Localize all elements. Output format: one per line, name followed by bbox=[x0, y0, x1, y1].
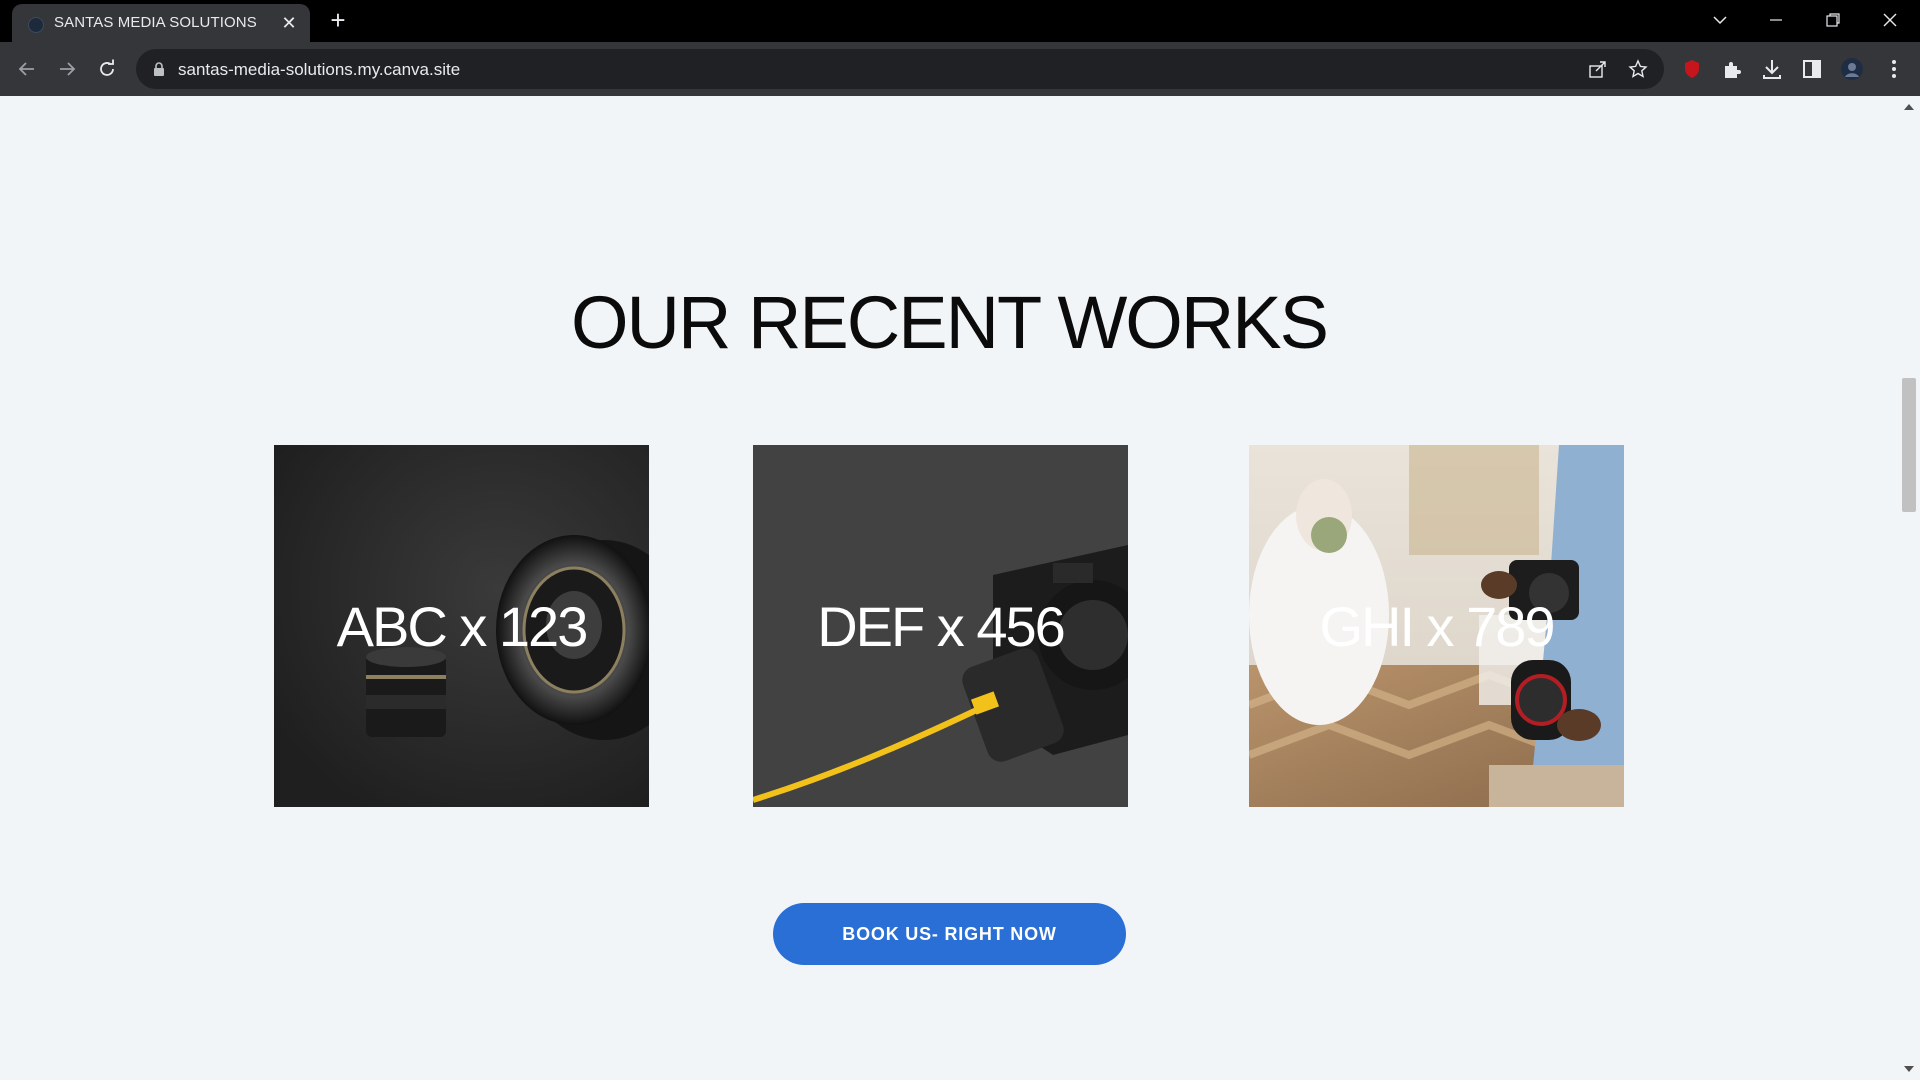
download-icon[interactable] bbox=[1760, 57, 1784, 81]
address-bar[interactable]: santas-media-solutions.my.canva.site bbox=[136, 49, 1664, 89]
work-card-2[interactable]: DEF x 456 bbox=[753, 445, 1128, 807]
close-tab-icon[interactable]: ✕ bbox=[278, 12, 300, 34]
tab-search-chevron-icon[interactable] bbox=[1700, 6, 1740, 34]
tab-title: SANTAS MEDIA SOLUTIONS bbox=[54, 14, 257, 31]
forward-arrow-icon[interactable] bbox=[52, 54, 82, 84]
share-icon[interactable] bbox=[1588, 59, 1608, 79]
extensions-puzzle-icon[interactable] bbox=[1720, 57, 1744, 81]
site-favicon-icon bbox=[28, 17, 44, 33]
browser-toolbar: santas-media-solutions.my.canva.site bbox=[0, 42, 1920, 96]
card-label: DEF x 456 bbox=[817, 594, 1066, 658]
restore-window-icon[interactable] bbox=[1813, 6, 1853, 34]
lock-icon[interactable] bbox=[152, 61, 166, 77]
book-us-button[interactable]: BOOK US- RIGHT NOW bbox=[773, 903, 1126, 965]
work-card-1[interactable]: ABC x 123 bbox=[274, 445, 649, 807]
close-window-icon[interactable] bbox=[1870, 6, 1910, 34]
back-arrow-icon[interactable] bbox=[12, 54, 42, 84]
card-label: ABC x 123 bbox=[336, 594, 589, 658]
minimize-window-icon[interactable] bbox=[1756, 6, 1796, 34]
more-menu-icon[interactable] bbox=[1882, 57, 1906, 81]
url-text[interactable]: santas-media-solutions.my.canva.site bbox=[178, 60, 460, 80]
scroll-down-arrow-icon[interactable] bbox=[1904, 1066, 1914, 1072]
page-scrollbar[interactable] bbox=[1898, 96, 1920, 1080]
reload-icon[interactable] bbox=[92, 54, 122, 84]
card-label: GHI x 789 bbox=[1319, 594, 1555, 658]
profile-avatar-icon[interactable] bbox=[1840, 57, 1864, 81]
section-heading: OUR RECENT WORKS bbox=[570, 280, 1329, 364]
new-tab-plus-icon[interactable]: + bbox=[326, 7, 350, 33]
side-panel-icon[interactable] bbox=[1800, 57, 1824, 81]
browser-tab-strip: SANTAS MEDIA SOLUTIONS ✕ + bbox=[0, 0, 1920, 42]
browser-tab[interactable]: SANTAS MEDIA SOLUTIONS ✕ bbox=[12, 4, 310, 42]
page-content: OUR RECENT WORKS ABC x 123 DEF x 456 GHI… bbox=[0, 96, 1898, 1080]
work-card-3[interactable]: GHI x 789 bbox=[1249, 445, 1624, 807]
bookmark-star-icon[interactable] bbox=[1628, 59, 1648, 79]
scrollbar-thumb[interactable] bbox=[1902, 378, 1916, 512]
scroll-up-arrow-icon[interactable] bbox=[1904, 104, 1914, 110]
extension-shield-icon[interactable] bbox=[1680, 57, 1704, 81]
